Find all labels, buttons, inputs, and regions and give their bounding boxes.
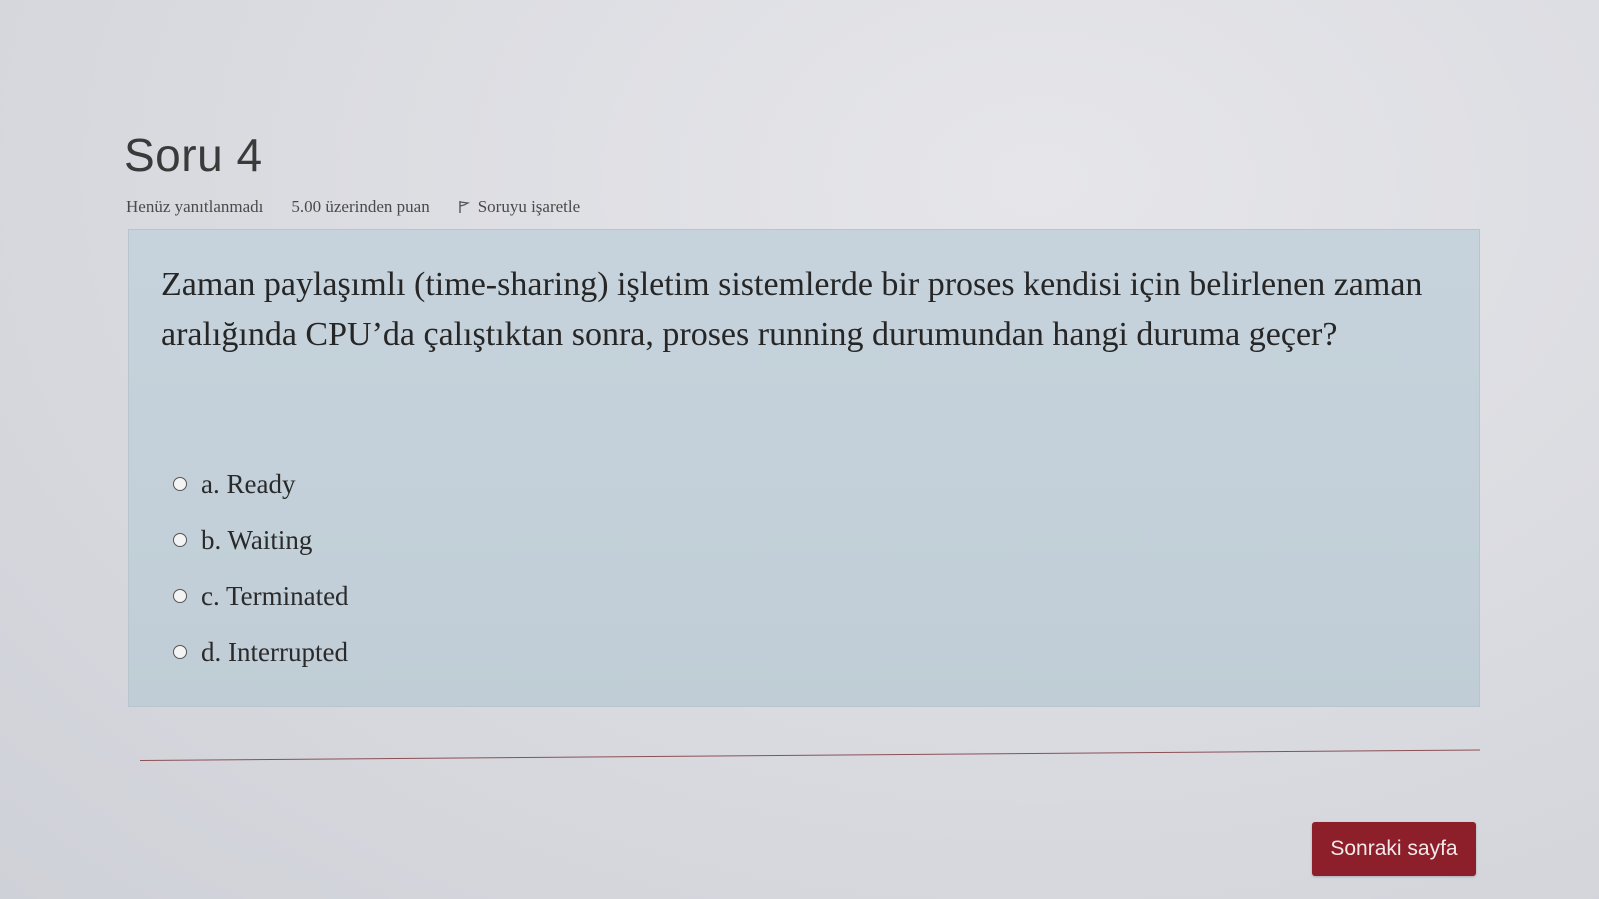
next-page-button[interactable]: Sonraki sayfa: [1312, 822, 1476, 876]
answer-label: a. Ready: [201, 468, 296, 499]
answer-options: a. Ready b. Waiting c. Terminated d. Int…: [173, 456, 349, 680]
question-title: Soru 4: [124, 129, 263, 181]
answer-label: d. Interrupted: [201, 636, 348, 667]
question-grade: 5.00 üzerinden puan: [291, 197, 430, 216]
flag-icon: [459, 201, 470, 213]
answer-option-d[interactable]: d. Interrupted: [173, 624, 349, 680]
question-content: Zaman paylaşımlı (time-sharing) işletim …: [128, 229, 1480, 707]
question-text: Zaman paylaşımlı (time-sharing) işletim …: [161, 266, 1423, 353]
answer-label: c. Terminated: [201, 580, 349, 611]
flag-question-label: Soruyu işaretle: [477, 197, 581, 216]
radio-button-icon[interactable]: [173, 477, 187, 491]
radio-button-icon[interactable]: [173, 533, 187, 547]
radio-button-icon[interactable]: [173, 589, 187, 603]
answer-option-c[interactable]: c. Terminated: [173, 568, 349, 624]
answer-label: b. Waiting: [201, 524, 313, 555]
answer-option-b[interactable]: b. Waiting: [173, 512, 349, 568]
section-divider: [139, 749, 1480, 761]
answer-option-a[interactable]: a. Ready: [173, 456, 349, 512]
question-status: Henüz yanıtlanmadı: [126, 197, 264, 216]
question-info: Henüz yanıtlanmadı 5.00 üzerinden puan S…: [126, 197, 580, 217]
radio-button-icon[interactable]: [173, 645, 187, 659]
flag-question-link[interactable]: Soruyu işaretle: [458, 197, 580, 217]
